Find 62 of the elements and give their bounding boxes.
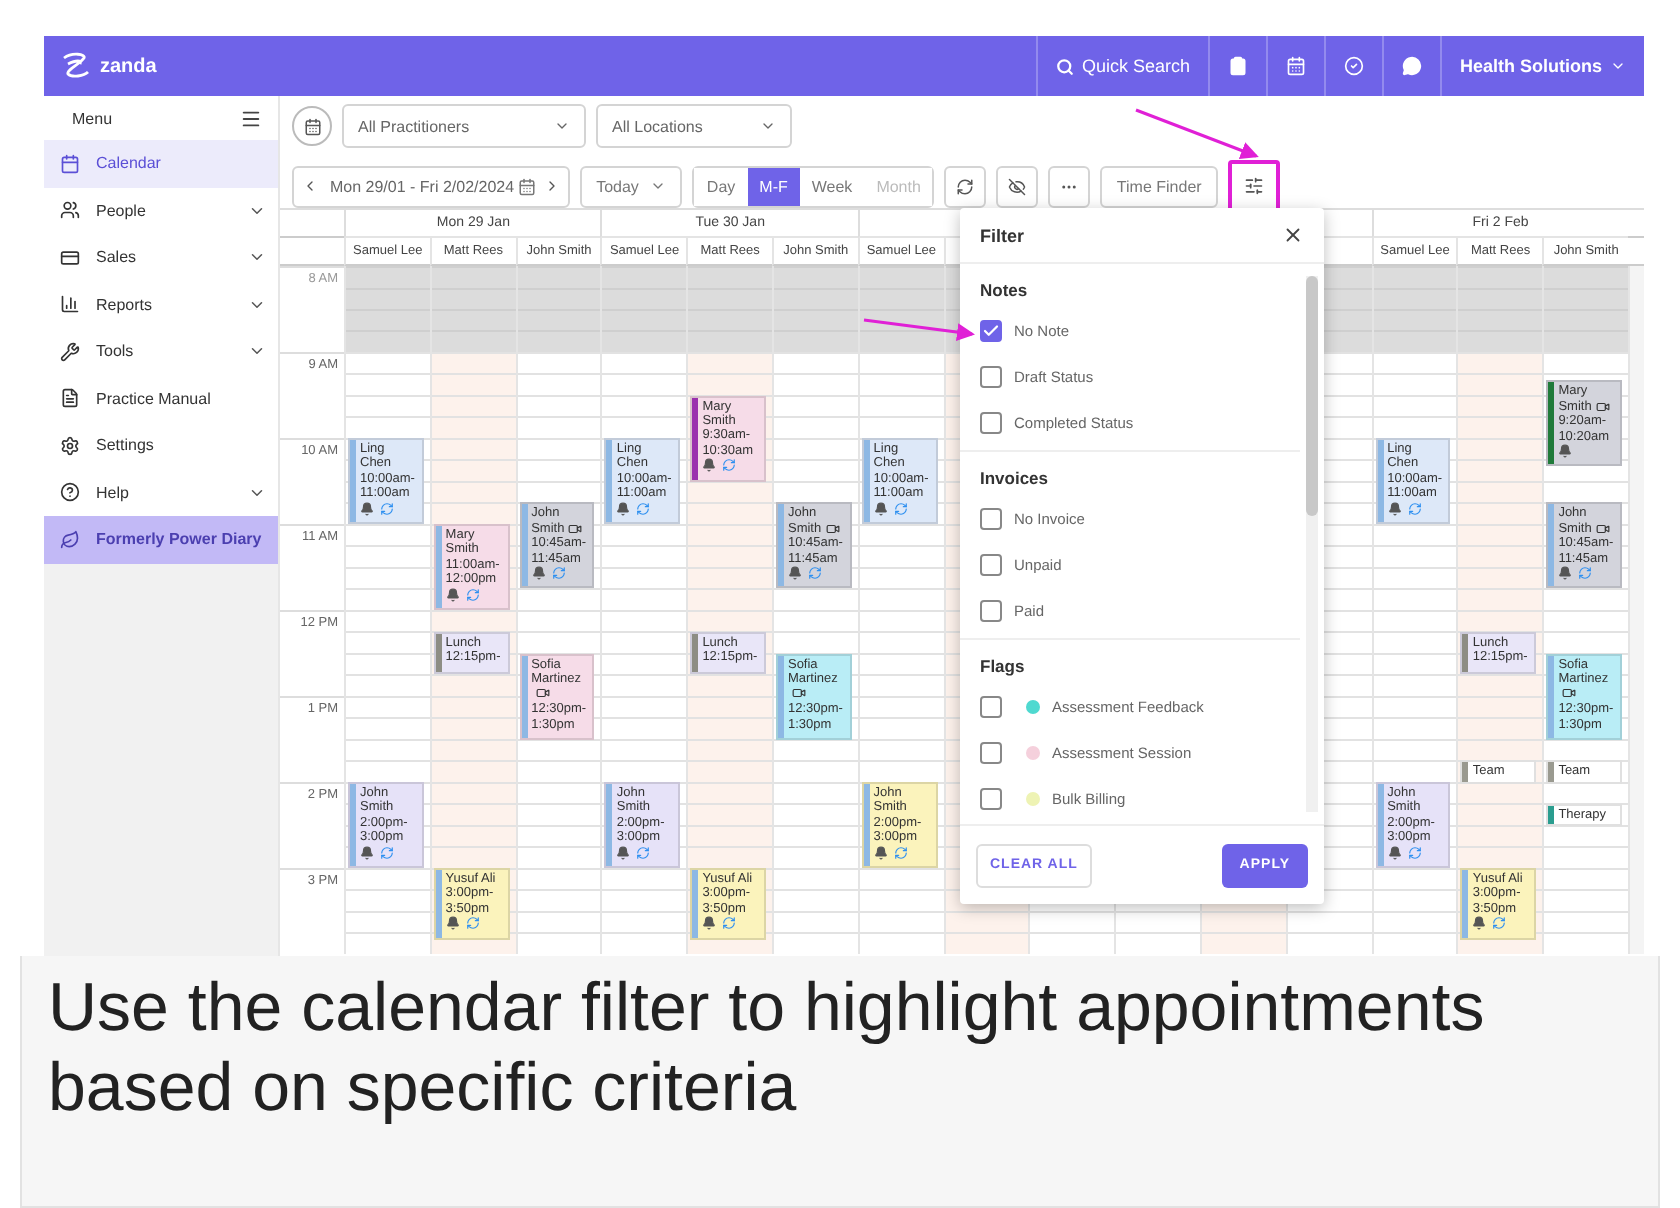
sidebar-item[interactable]: Formerly Power Diary xyxy=(44,516,278,563)
view-tab[interactable]: M-F xyxy=(747,167,800,205)
filter-button[interactable] xyxy=(1227,160,1280,212)
card-icon xyxy=(60,247,80,268)
menu-icon[interactable] xyxy=(240,107,262,129)
wrench-icon xyxy=(60,341,80,362)
calendar-icon[interactable] xyxy=(518,177,537,195)
checkbox[interactable] xyxy=(980,508,1002,530)
practitioner-dropdown[interactable]: All Practitioners xyxy=(342,104,586,148)
checkbox[interactable] xyxy=(980,412,1002,434)
checkbox[interactable] xyxy=(980,742,1002,764)
clipboard-icon xyxy=(1227,56,1248,76)
calendar-icon xyxy=(303,117,321,135)
people-icon xyxy=(60,200,80,221)
bar-chart-icon xyxy=(60,294,80,315)
eye-off-icon xyxy=(1008,177,1027,195)
close-icon xyxy=(1282,224,1304,246)
check-icon xyxy=(982,322,1000,340)
calendar-icon xyxy=(1285,56,1306,76)
time-finder-button[interactable]: Time Finder xyxy=(1100,165,1218,207)
location-dropdown[interactable]: All Locations xyxy=(596,104,792,148)
filter-icon xyxy=(1243,176,1264,196)
account-menu[interactable]: Health Solutions xyxy=(1439,36,1644,96)
checkbox[interactable] xyxy=(980,696,1002,718)
close-button[interactable] xyxy=(1282,224,1304,246)
checkbox[interactable] xyxy=(980,366,1002,388)
annotation-arrow xyxy=(863,318,975,341)
today-dropdown[interactable]: Today xyxy=(580,165,683,207)
scrollbar[interactable] xyxy=(1306,276,1318,812)
menu-title: Menu xyxy=(72,109,113,127)
settings-icon xyxy=(60,435,80,456)
panel-title: Filter xyxy=(980,225,1025,245)
checkbox[interactable] xyxy=(980,320,1002,342)
caret-icon xyxy=(650,178,667,194)
caret-icon xyxy=(1610,58,1626,74)
refresh-icon xyxy=(956,177,975,195)
caret-left-icon xyxy=(302,178,318,194)
calendar-icon xyxy=(60,153,80,174)
leaf-icon xyxy=(60,529,80,550)
document-icon xyxy=(60,388,80,409)
checkbox[interactable] xyxy=(980,788,1002,810)
calendar-toggle-button[interactable] xyxy=(292,106,332,146)
caret-icon xyxy=(554,118,570,134)
checkbox[interactable] xyxy=(980,554,1002,576)
logo-icon xyxy=(60,52,92,80)
help-icon xyxy=(60,482,80,503)
section-title: Invoices xyxy=(980,466,1051,492)
search-icon xyxy=(1055,57,1074,75)
section-title: Notes xyxy=(980,278,1030,304)
hide-button[interactable] xyxy=(996,165,1039,207)
quick-search-button[interactable]: Quick Search xyxy=(1035,36,1208,96)
checkbox[interactable] xyxy=(980,600,1002,622)
chat-icon xyxy=(1401,56,1422,76)
refresh-button[interactable] xyxy=(944,165,987,207)
caret-icon xyxy=(760,118,776,134)
check-circle-icon xyxy=(1343,56,1364,76)
sidebar-item[interactable]: Calendar xyxy=(44,140,278,187)
annotation-arrow xyxy=(1135,108,1259,160)
section-title: Flags xyxy=(980,654,1027,680)
logo-text: zanda xyxy=(100,55,157,77)
date-range-text: Mon 29/01 - Fri 2/02/2024 xyxy=(328,177,517,195)
caption: Use the calendar filter to highlight appointments based on specific criteria xyxy=(48,968,1487,1128)
